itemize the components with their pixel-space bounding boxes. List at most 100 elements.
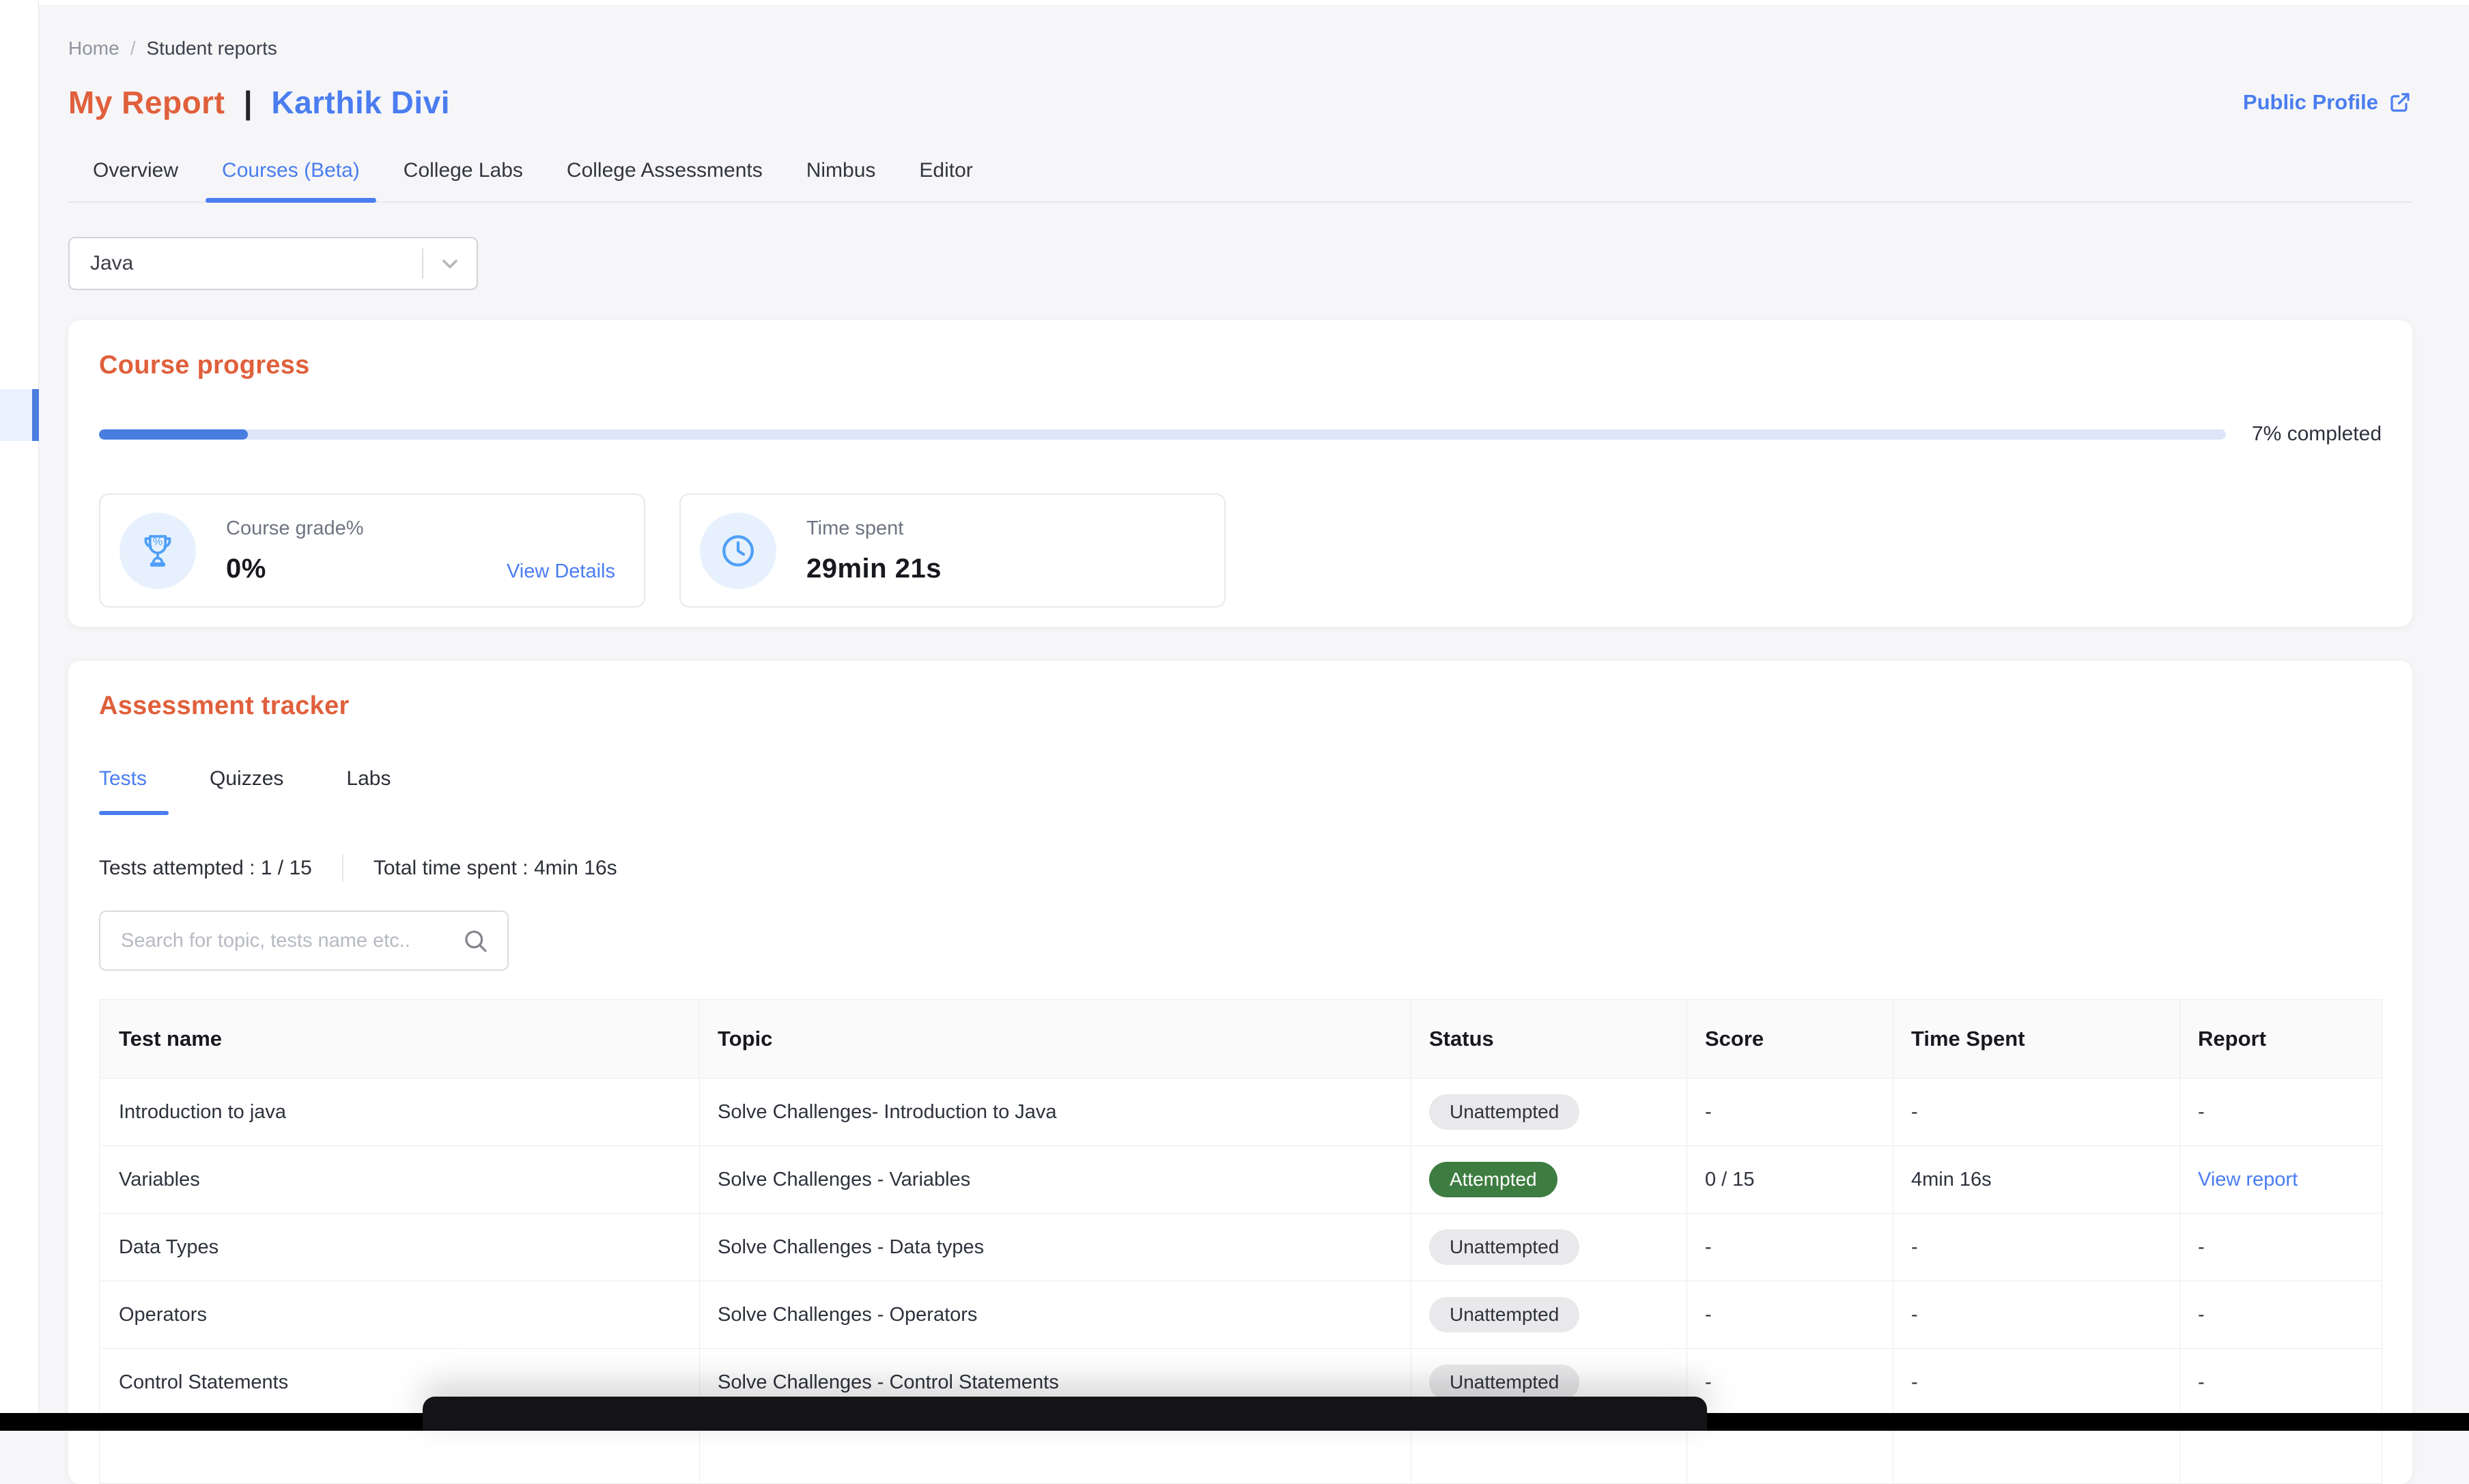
tab-overview[interactable]: Overview	[71, 148, 200, 201]
assessment-tracker-card: Assessment tracker Tests Quizzes Labs Te…	[68, 661, 2412, 1484]
assessment-tracker-heading: Assessment tracker	[99, 691, 2382, 721]
table-row: Introduction to java Solve Challenges- I…	[100, 1079, 2382, 1146]
page-title-label: My Report	[68, 85, 225, 120]
course-progress-heading: Course progress	[99, 351, 2382, 380]
search-icon	[461, 926, 490, 955]
tests-stats-row: Tests attempted : 1 / 15 Total time spen…	[99, 855, 2382, 882]
title-row: My Report | Karthik Divi Public Profile	[68, 84, 2412, 121]
col-time-spent: Time Spent	[1893, 1000, 2180, 1079]
cell-test-name: Introduction to java	[100, 1079, 700, 1146]
cell-report: -	[2180, 1349, 2382, 1416]
cell-status: Unattempted	[1411, 1079, 1687, 1146]
time-spent-text: Time spent 29min 21s	[806, 517, 942, 584]
status-badge: Attempted	[1429, 1162, 1557, 1197]
table-row: Data Types Solve Challenges - Data types…	[100, 1214, 2382, 1281]
cell-time-spent: -	[1893, 1349, 2180, 1416]
status-badge: Unattempted	[1429, 1365, 1579, 1400]
dock-panel	[423, 1397, 1707, 1431]
table-row: Operators Solve Challenges - Operators U…	[100, 1281, 2382, 1349]
cell-score: 0 / 15	[1687, 1146, 1893, 1214]
table-row: Variables Solve Challenges - Variables A…	[100, 1146, 2382, 1214]
status-badge: Unattempted	[1429, 1229, 1579, 1265]
tab-quizzes[interactable]: Quizzes	[178, 767, 315, 815]
progress-completed-label: 7% completed	[2252, 423, 2382, 446]
total-time-stat: Total time spent : 4min 16s	[373, 857, 617, 880]
cell-score: -	[1687, 1214, 1893, 1281]
course-grade-value: 0%	[226, 554, 364, 584]
breadcrumb-current: Student reports	[146, 38, 277, 59]
cell-status: Unattempted	[1411, 1281, 1687, 1349]
cell-score: -	[1687, 1281, 1893, 1349]
stat-cards: % Course grade% 0% View Details Ti	[99, 494, 2382, 608]
main-tab-bar: Overview Courses (Beta) College Labs Col…	[68, 148, 2412, 203]
cell-test-name: Variables	[100, 1146, 700, 1214]
col-score: Score	[1687, 1000, 1893, 1079]
rail-active-highlight	[0, 389, 32, 441]
view-report-link[interactable]: View report	[2198, 1169, 2298, 1190]
trophy-icon: %	[119, 513, 196, 589]
svg-text:%: %	[153, 536, 163, 547]
cell-time-spent: -	[1893, 1281, 2180, 1349]
rail-active-indicator	[32, 389, 39, 441]
time-spent-label: Time spent	[806, 517, 942, 540]
external-link-icon	[2388, 90, 2412, 115]
course-progress-card: Course progress 7% completed %	[68, 320, 2412, 627]
time-spent-value: 29min 21s	[806, 554, 942, 584]
left-nav-rail	[0, 0, 39, 1431]
public-profile-label: Public Profile	[2243, 90, 2378, 115]
tab-nimbus[interactable]: Nimbus	[785, 148, 898, 201]
tab-college-labs[interactable]: College Labs	[382, 148, 545, 201]
progress-row: 7% completed	[99, 423, 2382, 446]
page-title-separator: |	[244, 85, 253, 120]
breadcrumb-separator: /	[130, 38, 136, 59]
col-test-name: Test name	[100, 1000, 700, 1079]
time-spent-card: Time spent 29min 21s	[679, 494, 1226, 608]
breadcrumb: Home / Student reports	[68, 38, 2412, 59]
cell-topic: Solve Challenges - Data types	[700, 1214, 1411, 1281]
search-box[interactable]	[99, 911, 509, 971]
main-content: Home / Student reports My Report | Karth…	[68, 6, 2412, 1484]
view-details-link[interactable]: View Details	[507, 560, 615, 583]
cell-status: Unattempted	[1411, 1214, 1687, 1281]
course-select-value: Java	[70, 252, 422, 275]
cell-score: -	[1687, 1079, 1893, 1146]
cell-test-name: Operators	[100, 1281, 700, 1349]
course-grade-card: % Course grade% 0% View Details	[99, 494, 645, 608]
cell-time-spent: 4min 16s	[1893, 1146, 2180, 1214]
table-header-row: Test name Topic Status Score Time Spent …	[100, 1000, 2382, 1079]
cell-topic: Solve Challenges - Variables	[700, 1146, 1411, 1214]
tab-college-assessments[interactable]: College Assessments	[545, 148, 785, 201]
col-topic: Topic	[700, 1000, 1411, 1079]
course-select-dropdown[interactable]: Java	[68, 237, 478, 290]
tab-tests[interactable]: Tests	[99, 767, 178, 815]
cell-test-name: Data Types	[100, 1214, 700, 1281]
tracker-tab-bar: Tests Quizzes Labs	[99, 767, 2382, 815]
tab-courses-beta[interactable]: Courses (Beta)	[200, 148, 382, 201]
cell-report: -	[2180, 1214, 2382, 1281]
course-grade-label: Course grade%	[226, 517, 364, 540]
tab-editor[interactable]: Editor	[897, 148, 994, 201]
cell-topic: Solve Challenges- Introduction to Java	[700, 1079, 1411, 1146]
cell-time-spent: -	[1893, 1214, 2180, 1281]
stats-divider	[342, 855, 343, 882]
col-report: Report	[2180, 1000, 2382, 1079]
progress-fill	[99, 429, 248, 440]
cell-time-spent: -	[1893, 1079, 2180, 1146]
status-badge: Unattempted	[1429, 1297, 1579, 1332]
breadcrumb-home-link[interactable]: Home	[68, 38, 119, 59]
page-title: My Report | Karthik Divi	[68, 84, 450, 121]
cell-report: View report	[2180, 1146, 2382, 1214]
public-profile-link[interactable]: Public Profile	[2243, 90, 2412, 115]
status-badge: Unattempted	[1429, 1094, 1579, 1130]
cell-report: -	[2180, 1281, 2382, 1349]
cell-topic: Solve Challenges - Operators	[700, 1281, 1411, 1349]
tab-labs[interactable]: Labs	[315, 767, 422, 815]
student-name: Karthik Divi	[271, 85, 450, 120]
course-grade-text: Course grade% 0%	[226, 517, 364, 584]
top-strip	[39, 0, 2469, 6]
clock-icon	[700, 513, 776, 589]
col-status: Status	[1411, 1000, 1687, 1079]
chevron-down-icon	[423, 251, 477, 276]
search-input[interactable]	[121, 930, 461, 952]
cell-status: Attempted	[1411, 1146, 1687, 1214]
